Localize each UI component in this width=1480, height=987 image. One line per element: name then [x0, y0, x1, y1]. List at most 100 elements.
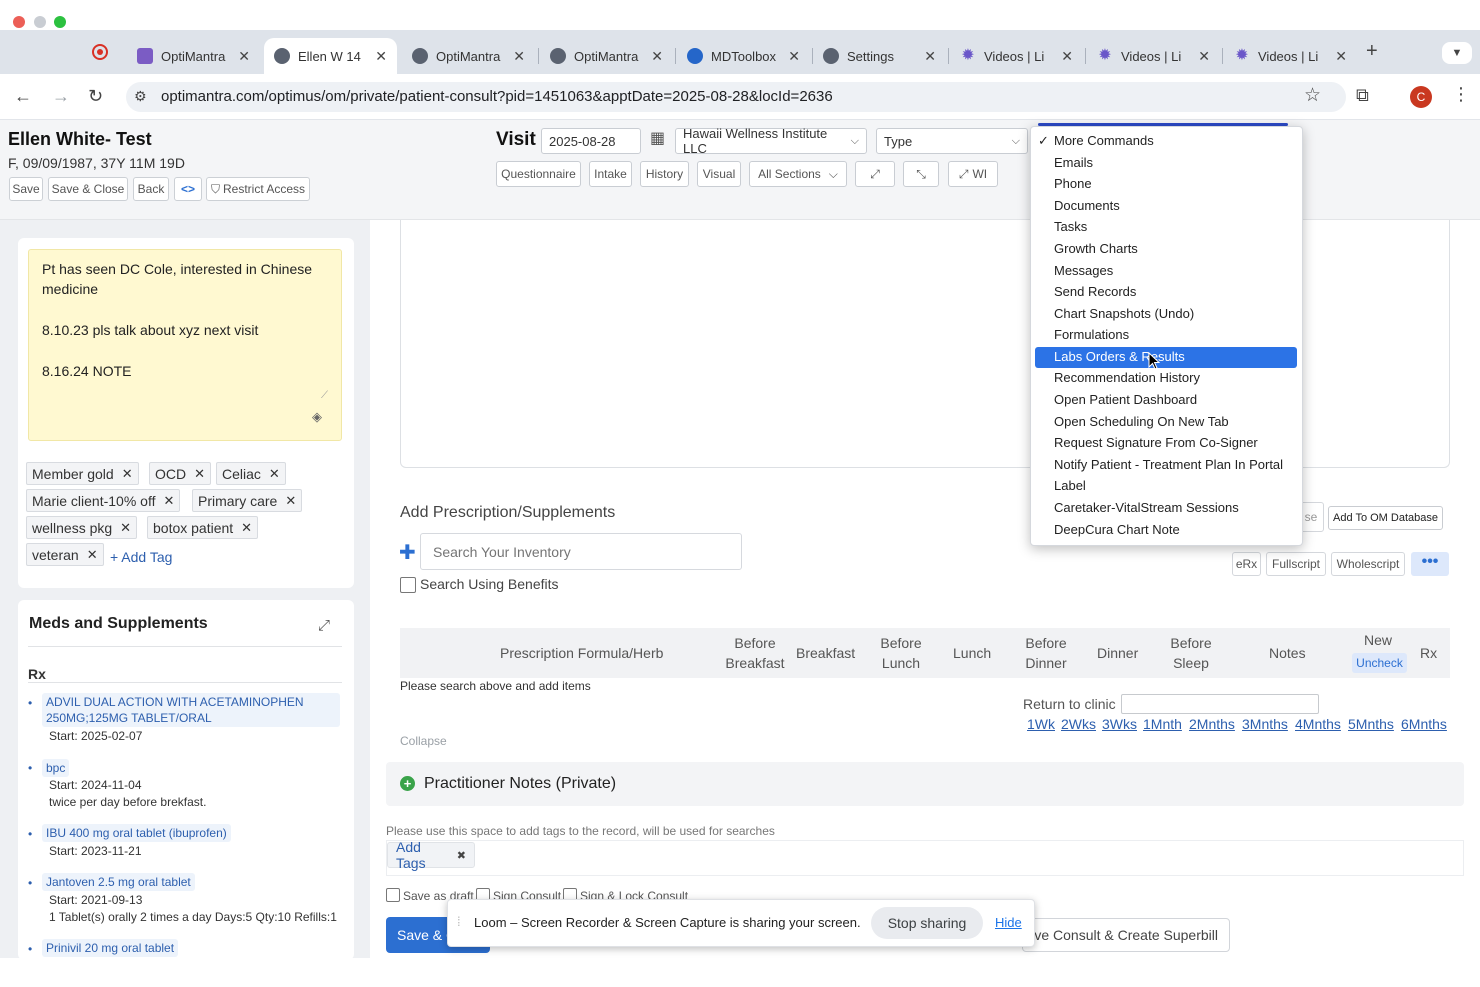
med-name[interactable]: ADVIL DUAL ACTION WITH ACETAMINOPHEN 250…	[42, 693, 340, 727]
save-superbill-button[interactable]: ve Consult & Create Superbill	[1022, 918, 1230, 952]
close-icon[interactable]: ✕	[163, 493, 174, 509]
calendar-icon[interactable]: ▦	[650, 128, 665, 148]
close-icon[interactable]: ✕	[375, 48, 387, 65]
erx-button[interactable]: eRx	[1232, 552, 1261, 576]
extensions-puzzle-icon[interactable]: ⧉	[1356, 85, 1369, 106]
tab-settings[interactable]: Settings ✕	[813, 38, 946, 74]
expand-icon[interactable]: ⤢	[318, 617, 330, 634]
tab-search-chevron-icon[interactable]: ▼	[1442, 42, 1472, 64]
tab-videos-1[interactable]: ✹ Videos | Li ✕	[950, 38, 1083, 74]
tab-ellen[interactable]: Ellen W 14 ✕	[264, 38, 397, 74]
close-icon[interactable]: ✕	[122, 466, 133, 482]
hide-banner-link[interactable]: Hide	[995, 915, 1022, 930]
recording-icon[interactable]	[92, 44, 108, 60]
save-button[interactable]: Save	[9, 177, 43, 201]
close-icon[interactable]: ✕	[1335, 48, 1347, 65]
return-clinic-input[interactable]	[1121, 694, 1319, 714]
tab-videos-3[interactable]: ✹ Videos | Li ✕	[1224, 38, 1357, 74]
code-toggle-icon[interactable]: <>	[174, 177, 202, 201]
collapse-link[interactable]: Collapse	[400, 734, 447, 748]
wholescript-button[interactable]: Wholescript	[1331, 552, 1405, 576]
close-icon[interactable]: ✕	[120, 520, 131, 536]
menu-item-open-scheduling[interactable]: Open Scheduling On New Tab	[1054, 412, 1294, 432]
tab-optimantra-3[interactable]: OptiMantra ✕	[540, 38, 673, 74]
tag-chip[interactable]: Member gold ✕	[26, 462, 139, 485]
med-name[interactable]: bpc	[42, 759, 70, 777]
save-draft-checkbox[interactable]	[386, 888, 400, 902]
forward-arrow-icon[interactable]: →	[52, 86, 70, 107]
new-tab-icon[interactable]: +	[1366, 40, 1378, 63]
layers-icon[interactable]: ◈	[312, 409, 322, 425]
window-zoom-dot[interactable]	[54, 16, 66, 28]
tag-chip[interactable]: veteran ✕	[26, 543, 104, 566]
return-3wks-link[interactable]: 3Wks	[1102, 716, 1137, 732]
benefits-checkbox[interactable]	[400, 577, 416, 593]
close-icon[interactable]: ✕	[1198, 48, 1210, 65]
menu-item-caretaker[interactable]: Caretaker-VitalStream Sessions	[1054, 498, 1294, 518]
med-name[interactable]: IBU 400 mg oral tablet (ibuprofen)	[42, 824, 231, 842]
drag-handle-icon[interactable]: ⁞	[457, 914, 461, 929]
menu-item-chart-snapshots[interactable]: Chart Snapshots (Undo)	[1054, 304, 1294, 324]
intake-button[interactable]: Intake	[589, 161, 632, 187]
close-icon[interactable]: ✕	[241, 520, 252, 536]
return-4mnths-link[interactable]: 4Mnths	[1295, 716, 1341, 732]
stop-sharing-button[interactable]: Stop sharing	[871, 907, 983, 939]
reload-icon[interactable]: ↻	[88, 86, 103, 107]
tab-optimantra-2[interactable]: OptiMantra ✕	[402, 38, 535, 74]
site-settings-icon[interactable]: ⚙	[134, 88, 147, 105]
collapse-arrows-icon[interactable]: ⤡	[903, 161, 939, 187]
menu-item-deepcura[interactable]: DeepCura Chart Note	[1054, 520, 1294, 540]
back-arrow-icon[interactable]: ←	[14, 86, 32, 107]
plus-circle-icon[interactable]: +	[400, 776, 415, 791]
close-icon[interactable]: ✕	[924, 48, 936, 65]
menu-item-formulations[interactable]: Formulations	[1054, 325, 1294, 345]
tag-chip[interactable]: OCD ✕	[149, 462, 212, 485]
close-icon[interactable]: ✕	[788, 48, 800, 65]
add-om-database-button[interactable]: Add To OM Database	[1328, 506, 1443, 530]
bookmark-star-icon[interactable]: ☆	[1304, 84, 1321, 107]
close-icon[interactable]: ✖	[457, 849, 466, 862]
menu-item-emails[interactable]: Emails	[1054, 153, 1294, 173]
menu-item-recommendation-history[interactable]: Recommendation History	[1054, 368, 1294, 388]
add-tags-button[interactable]: Add Tags ✖	[387, 839, 475, 871]
close-icon[interactable]: ✕	[269, 466, 280, 482]
history-button[interactable]: History	[640, 161, 689, 187]
window-close-dot[interactable]	[13, 16, 25, 28]
return-3mnths-link[interactable]: 3Mnths	[1242, 716, 1288, 732]
return-5mnths-link[interactable]: 5Mnths	[1348, 716, 1394, 732]
return-1wk-link[interactable]: 1Wk	[1027, 716, 1055, 732]
menu-item-documents[interactable]: Documents	[1054, 196, 1294, 216]
menu-item-more-commands[interactable]: More Commands	[1054, 131, 1294, 151]
close-icon[interactable]: ✕	[285, 493, 296, 509]
visit-date-field[interactable]: 2025-08-28	[541, 128, 641, 154]
menu-item-label[interactable]: Label	[1054, 476, 1294, 496]
med-name[interactable]: Prinivil 20 mg oral tablet	[42, 939, 179, 957]
all-sections-select[interactable]: All Sections ⌵	[749, 161, 847, 187]
save-close-button[interactable]: Save & Close	[48, 177, 128, 201]
return-2wks-link[interactable]: 2Wks	[1061, 716, 1096, 732]
expand-icon[interactable]: ⤢	[855, 161, 895, 187]
fullscript-button[interactable]: Fullscript	[1266, 552, 1326, 576]
tab-mdtoolbox[interactable]: MDToolbox ✕	[677, 38, 810, 74]
return-1mnth-link[interactable]: 1Mnth	[1143, 716, 1182, 732]
close-icon[interactable]: ✕	[87, 547, 98, 563]
profile-avatar[interactable]: C	[1410, 86, 1432, 108]
tag-chip[interactable]: Celiac ✕	[216, 462, 286, 485]
menu-item-request-signature[interactable]: Request Signature From Co-Signer	[1054, 433, 1294, 453]
add-tag-link[interactable]: + Add Tag	[110, 549, 172, 565]
return-6mnths-link[interactable]: 6Mnths	[1401, 716, 1447, 732]
url-text[interactable]: optimantra.com/optimus/om/private/patien…	[161, 88, 833, 105]
wi-fullscreen-button[interactable]: ⤢ WI	[948, 161, 998, 187]
menu-item-phone[interactable]: Phone	[1054, 174, 1294, 194]
menu-item-tasks[interactable]: Tasks	[1054, 217, 1294, 237]
return-2mnths-link[interactable]: 2Mnths	[1189, 716, 1235, 732]
uncheck-button[interactable]: Uncheck	[1352, 653, 1407, 673]
close-icon[interactable]: ✕	[513, 48, 525, 65]
menu-item-labs-orders[interactable]: Labs Orders & Results	[1054, 347, 1294, 367]
menu-item-send-records[interactable]: Send Records	[1054, 282, 1294, 302]
close-icon[interactable]: ✕	[1061, 48, 1073, 65]
add-plus-icon[interactable]: ✚	[399, 540, 416, 565]
close-icon[interactable]: ✕	[238, 48, 250, 65]
inventory-search-input[interactable]	[420, 533, 742, 570]
menu-item-patient-dashboard[interactable]: Open Patient Dashboard	[1054, 390, 1294, 410]
